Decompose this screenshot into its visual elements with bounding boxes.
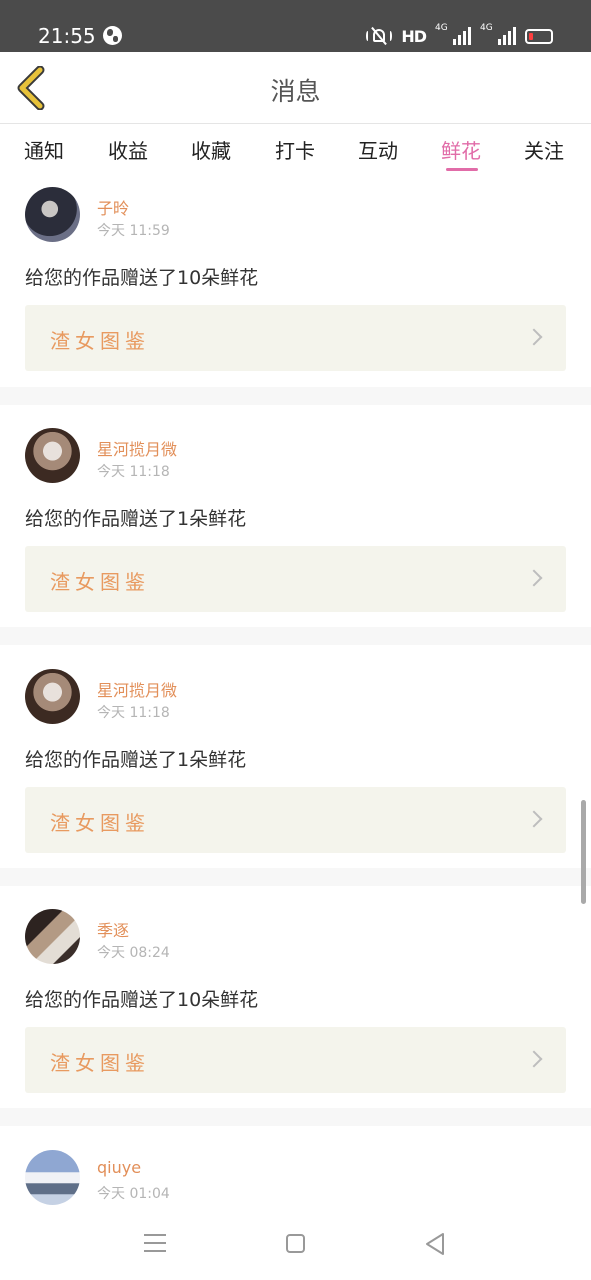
username[interactable]: 星河揽月微 [97,677,177,701]
timestamp: 今天 01:04 [97,1186,170,1202]
sim2-label: 4G [480,23,493,33]
status-bar: 21:55 HD 4G 4G [0,0,591,52]
tab-following[interactable]: 关注 [524,135,564,164]
page-title: 消息 [270,77,321,106]
work-title: 渣女图鉴 [50,570,150,594]
signal-icon: 4G [480,23,516,45]
timestamp: 今天 11:59 [97,223,170,239]
tab-bar: 通知 收益 收藏 打卡 互动 鲜花 关注 [0,125,591,177]
divider [0,627,591,645]
list-item: 星河揽月微 今天 11:18 给您的作品赠送了1朵鲜花 渣女图鉴 [0,405,591,627]
header-bar: 消息 [0,52,591,124]
scrollbar[interactable] [581,800,586,904]
avatar[interactable] [25,1150,80,1205]
divider [0,1108,591,1126]
username[interactable]: qiuye [97,1158,141,1177]
status-time: 21:55 [38,24,96,48]
tab-flowers[interactable]: 鲜花 [441,135,481,164]
chevron-right-icon [525,569,543,587]
chevron-right-icon [525,328,543,346]
avatar[interactable] [25,909,80,964]
work-link[interactable]: 渣女图鉴 [25,787,566,853]
username[interactable]: 子昤 [97,195,129,219]
work-link[interactable]: 渣女图鉴 [25,1027,566,1093]
tab-favorites[interactable]: 收藏 [191,135,231,164]
work-link[interactable]: 渣女图鉴 [25,546,566,612]
divider [0,387,591,405]
message-text: 给您的作品赠送了1朵鲜花 [25,749,247,771]
menu-icon[interactable] [144,1233,166,1253]
hd-label: HD [401,26,427,46]
tab-interactions[interactable]: 互动 [358,135,398,164]
work-link[interactable]: 渣女图鉴 [25,305,566,371]
message-text: 给您的作品赠送了10朵鲜花 [25,989,259,1011]
timestamp: 今天 11:18 [97,705,170,721]
battery-low-icon [525,28,553,44]
username[interactable]: 季逐 [97,917,129,941]
message-text: 给您的作品赠送了10朵鲜花 [25,267,259,289]
list-item: 季逐 今天 08:24 给您的作品赠送了10朵鲜花 渣女图鉴 [0,886,591,1108]
tab-checkin[interactable]: 打卡 [275,135,315,164]
work-title: 渣女图鉴 [50,811,150,835]
signal-icon: 4G [435,23,471,45]
avatar[interactable] [25,669,80,724]
tab-notifications[interactable]: 通知 [24,135,64,164]
work-title: 渣女图鉴 [50,1051,150,1075]
home-square-icon[interactable] [286,1234,305,1253]
status-icons: HD 4G 4G [366,23,553,47]
active-tab-indicator [446,168,478,171]
message-text: 给您的作品赠送了1朵鲜花 [25,508,247,530]
list-item: 星河揽月微 今天 11:18 给您的作品赠送了1朵鲜花 渣女图鉴 [0,645,591,868]
timestamp: 今天 08:24 [97,945,170,961]
list-item: 子昤 今天 11:59 给您的作品赠送了10朵鲜花 渣女图鉴 [0,177,591,387]
work-title: 渣女图鉴 [50,329,150,353]
divider [0,868,591,886]
avatar[interactable] [25,187,80,242]
tab-earnings[interactable]: 收益 [108,135,148,164]
globe-icon [103,26,122,45]
chevron-right-icon [525,810,543,828]
vibrate-mute-icon [366,26,393,46]
username[interactable]: 星河揽月微 [97,436,177,460]
system-nav-bar [0,1212,591,1280]
chevron-right-icon [525,1050,543,1068]
list-item: qiuye 今天 01:04 [0,1126,591,1212]
avatar[interactable] [25,428,80,483]
back-triangle-icon[interactable] [424,1232,446,1256]
sim1-label: 4G [435,23,448,33]
timestamp: 今天 11:18 [97,464,170,480]
